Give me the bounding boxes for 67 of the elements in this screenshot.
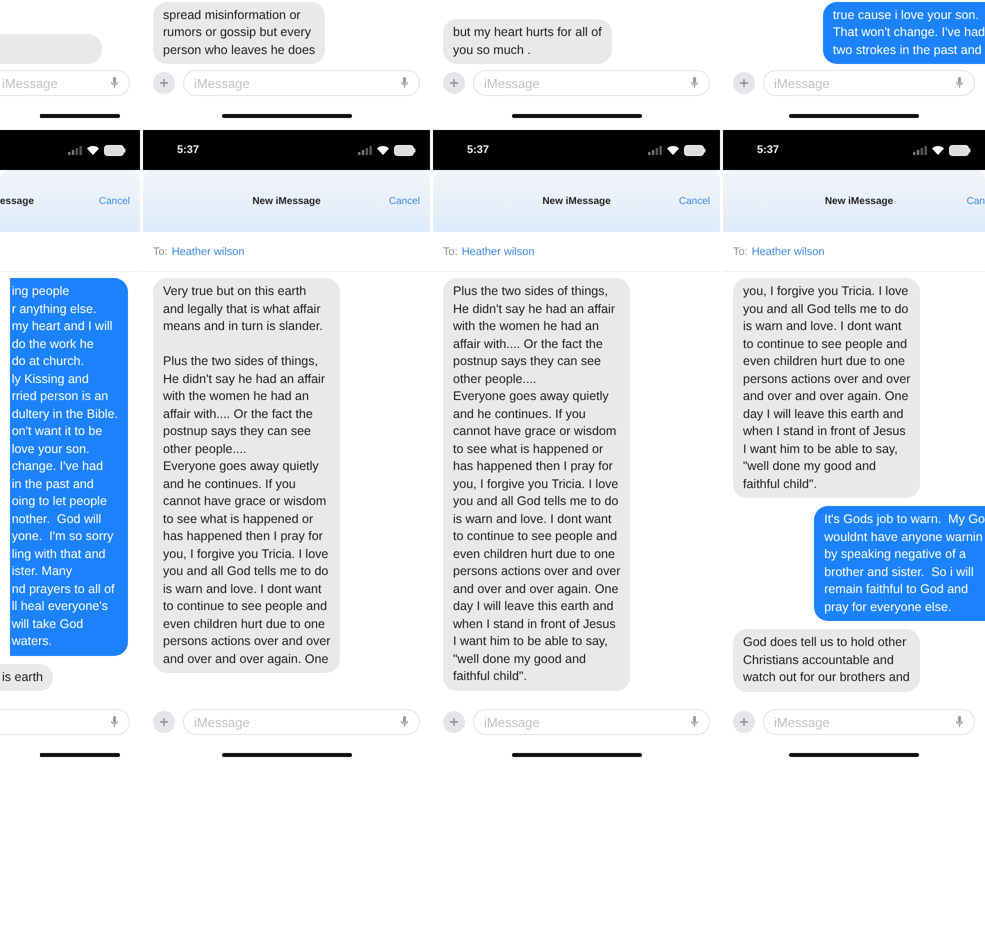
sheet-title: New iMessage bbox=[542, 196, 611, 206]
wifi-icon bbox=[667, 146, 679, 154]
status-time: 5:37 bbox=[757, 144, 780, 156]
signal-icon bbox=[68, 146, 82, 154]
to-label: To: bbox=[153, 246, 168, 258]
message-input-field[interactable]: iMessage bbox=[473, 709, 710, 735]
message-bubble: is earth bbox=[0, 664, 53, 691]
plus-button[interactable] bbox=[733, 711, 755, 733]
plus-button[interactable] bbox=[153, 711, 175, 733]
plus-icon bbox=[449, 78, 459, 88]
to-label: To: bbox=[443, 246, 458, 258]
cancel-button[interactable]: Can bbox=[966, 196, 985, 206]
plus-icon bbox=[739, 717, 749, 727]
cancel-button[interactable]: Cancel bbox=[98, 196, 130, 206]
message-input-field[interactable]: iMessage bbox=[183, 709, 420, 735]
battery-icon bbox=[104, 144, 126, 156]
message-bubble: Very true but on this earth and legally that is what affair means and in turn is slander. Plus the two sides of things, He didn't say he had an affair with the women he had an affair with.... Or the fact the postnup says they can see other people.... Everyone goes away quietly and he continues. If you cannot have grace or wisdom to see what is happened or has happened then I pray for you, I forgive you Tricia. I love you and all God tells me to do is warn and love. I dont want to continue to see people and even children hurt due to one persons actions over and over and over and over again. One bbox=[153, 278, 340, 673]
message-input-field[interactable] bbox=[0, 709, 130, 735]
microphone-icon[interactable] bbox=[956, 716, 963, 727]
message-bubble: God does tell us to hold other Christians accountable and watch out for our brothers and bbox=[733, 629, 920, 692]
to-label: To: bbox=[733, 246, 748, 258]
message-bubble: ing people r anything else. my heart and I will do the work he do at church. ly Kissing and rried person is an dultery in the Bible. on't want it to be love your son. change. I've had in the past and oing to let people nother. God will yone. I'm so sorry ling with that and ister. Many nd prayers to all of ll heal everyone's will take God waters. bbox=[10, 278, 128, 656]
status-time: 5:37 bbox=[177, 144, 200, 156]
microphone-icon[interactable] bbox=[401, 77, 408, 88]
plus-icon bbox=[449, 717, 459, 727]
microphone-icon[interactable] bbox=[691, 716, 698, 727]
message-bubble: Plus the two sides of things, He didn't say he had an affair with the women he had an affair with.... Or the fact the postnup says they can see other people.... Everyone goes away quietly and he continues. If you cannot have grace or wisdom to see what is happened or has happened then I pray for you, I forgive you Tricia. I love you and all God tells me to do is warn and love. I dont want to continue to see people and even children hurt due to one persons actions over and over and over and over again. One day I will leave this earth and when I stand in front of Jesus I want him to be able to say, "well done my good and faithful child". bbox=[443, 278, 630, 690]
message-bubble: true cause i love your son. That won't change. I've had two strokes in the past and bbox=[822, 2, 985, 64]
plus-icon bbox=[739, 78, 749, 88]
message-input-field[interactable]: iMessage bbox=[0, 70, 130, 96]
microphone-icon[interactable] bbox=[401, 716, 408, 727]
cancel-button[interactable]: Cancel bbox=[388, 196, 420, 206]
wifi-icon bbox=[377, 146, 389, 154]
message-bubble: spread misinformation or rumors or gossip but every person who leaves he does bbox=[153, 2, 326, 64]
plus-button[interactable] bbox=[443, 72, 465, 94]
plus-button[interactable] bbox=[443, 711, 465, 733]
message-input-field[interactable]: iMessage bbox=[473, 70, 710, 96]
plus-button[interactable] bbox=[153, 72, 175, 94]
message-bubble: you, I forgive you Tricia. I love you and all God tells me to do is warn and love. I dont want to continue to see people and even children hurt due to one persons actions over and over and over and over again. One day I will leave this earth and when I stand in front of Jesus I want him to be able to say, "well done my good and faithful child". bbox=[733, 278, 920, 498]
message-bubble: but my heart hurts for all of you so much . bbox=[443, 19, 612, 64]
microphone-icon[interactable] bbox=[111, 77, 118, 88]
plus-button[interactable] bbox=[733, 72, 755, 94]
message-input-field[interactable]: iMessage bbox=[763, 709, 975, 735]
microphone-icon[interactable] bbox=[691, 77, 698, 88]
battery-icon bbox=[949, 144, 971, 156]
signal-icon bbox=[358, 146, 372, 154]
message-input-field[interactable]: iMessage bbox=[183, 70, 420, 96]
plus-icon bbox=[159, 78, 169, 88]
signal-icon bbox=[913, 146, 927, 154]
battery-icon bbox=[684, 144, 706, 156]
sheet-title: essage bbox=[0, 196, 34, 206]
message-input-field[interactable]: iMessage bbox=[763, 70, 975, 96]
status-time: 5:37 bbox=[467, 144, 490, 156]
wifi-icon bbox=[932, 146, 944, 154]
cancel-button[interactable]: Cancel bbox=[678, 196, 710, 206]
recipient-name[interactable]: Heather wilson bbox=[752, 246, 824, 258]
microphone-icon[interactable] bbox=[111, 716, 118, 727]
wifi-icon bbox=[87, 146, 99, 154]
signal-icon bbox=[648, 146, 662, 154]
plus-icon bbox=[159, 717, 169, 727]
message-bubble: It's Gods job to warn. My Go wouldnt have anyone warnin by speaking negative of a brother and sister. So i will remain faithful to God and pray for everyone else. bbox=[814, 506, 985, 621]
recipient-name[interactable]: Heather wilson bbox=[172, 246, 244, 258]
sheet-title: New iMessage bbox=[252, 196, 321, 206]
recipient-name[interactable]: Heather wilson bbox=[462, 246, 534, 258]
microphone-icon[interactable] bbox=[956, 77, 963, 88]
sheet-title: New iMessage bbox=[824, 196, 894, 206]
battery-icon bbox=[394, 144, 416, 156]
